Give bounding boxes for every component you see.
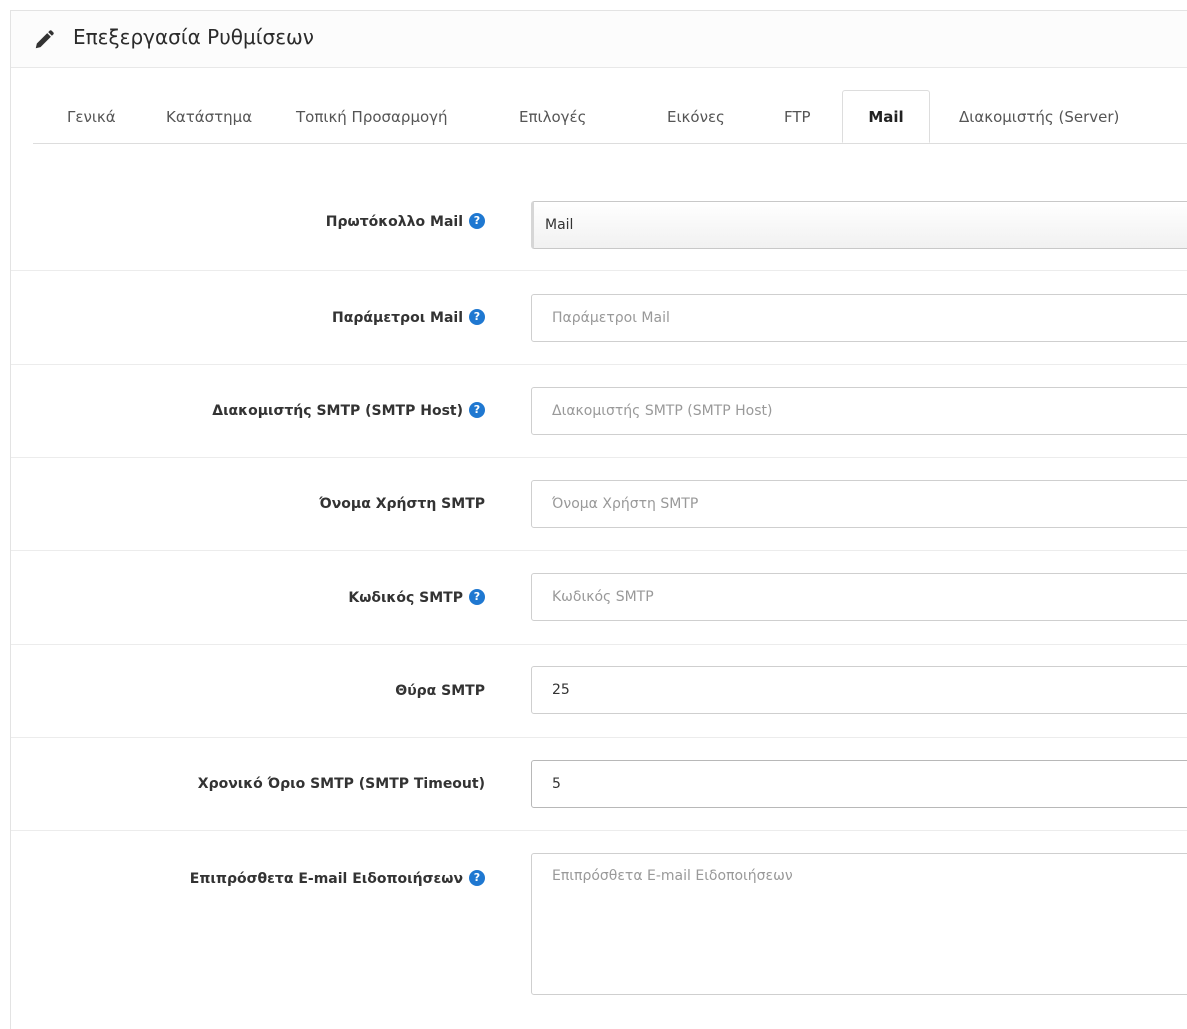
mail-parameters-input[interactable] — [531, 294, 1187, 342]
form-row-smtp-timeout: Χρονικό Όριο SMTP (SMTP Timeout) — [11, 738, 1187, 831]
tab-ftp[interactable]: FTP — [784, 91, 811, 143]
smtp-timeout-label: Χρονικό Όριο SMTP (SMTP Timeout) — [197, 776, 485, 792]
mail-alert-email-textarea[interactable] — [531, 853, 1187, 995]
tab-general[interactable]: Γενικά — [67, 91, 116, 143]
panel-title: Επεξεργασία Ρυθμίσεων — [73, 25, 314, 49]
form-row-mail-alert-email: Επιπρόσθετα E-mail Ειδοποιήσεων? — [11, 831, 1187, 1029]
mail-parameters-label-text: Παράμετροι Mail — [332, 310, 463, 326]
mail-alert-email-label: Επιπρόσθετα E-mail Ειδοποιήσεων? — [189, 869, 485, 887]
smtp-host-input[interactable] — [531, 387, 1187, 435]
tab-option[interactable]: Επιλογές — [519, 91, 586, 143]
tab-server[interactable]: Διακομιστής (Server) — [959, 91, 1119, 143]
mail-alert-email-label-text: Επιπρόσθετα E-mail Ειδοποιήσεων — [189, 871, 463, 887]
smtp-username-label: Όνομα Χρήστη SMTP — [319, 496, 485, 512]
form-row-smtp-host: Διακομιστής SMTP (SMTP Host)? — [11, 365, 1187, 458]
pencil-icon — [35, 30, 54, 49]
help-icon[interactable]: ? — [469, 212, 485, 229]
tab-image[interactable]: Εικόνες — [667, 91, 725, 143]
smtp-host-label: Διακομιστής SMTP (SMTP Host)? — [212, 401, 485, 419]
mail-protocol-label: Πρωτόκολλο Mail? — [325, 212, 485, 230]
mail-parameters-label: Παράμετροι Mail? — [332, 308, 485, 326]
mail-protocol-label-text: Πρωτόκολλο Mail — [325, 214, 463, 230]
settings-tabs: Γενικά Κατάστημα Τοπική Προσαρμογή Επιλο… — [33, 90, 1187, 144]
tab-mail[interactable]: Mail — [842, 90, 930, 143]
help-icon[interactable]: ? — [469, 588, 485, 605]
form-row-mail-parameters: Παράμετροι Mail? — [11, 271, 1187, 365]
mail-protocol-select[interactable]: Mail — [531, 201, 1187, 249]
smtp-username-input[interactable] — [531, 480, 1187, 528]
settings-panel: Επεξεργασία Ρυθμίσεων Γενικά Κατάστημα Τ… — [10, 10, 1187, 1029]
form-row-smtp-port: Θύρα SMTP — [11, 645, 1187, 738]
smtp-port-label: Θύρα SMTP — [395, 683, 485, 699]
tab-store[interactable]: Κατάστημα — [166, 91, 252, 143]
smtp-password-input[interactable] — [531, 573, 1187, 621]
smtp-password-label: Κωδικός SMTP? — [348, 588, 485, 606]
tab-local[interactable]: Τοπική Προσαρμογή — [296, 91, 448, 143]
help-icon[interactable]: ? — [469, 308, 485, 325]
smtp-port-input[interactable] — [531, 666, 1187, 714]
panel-heading: Επεξεργασία Ρυθμίσεων — [11, 11, 1187, 68]
form-row-smtp-password: Κωδικός SMTP? — [11, 551, 1187, 645]
help-icon[interactable]: ? — [469, 401, 485, 418]
form-row-mail-protocol: Πρωτόκολλο Mail? Mail — [11, 177, 1187, 271]
smtp-timeout-input[interactable] — [531, 760, 1187, 808]
help-icon[interactable]: ? — [469, 869, 485, 886]
smtp-host-label-text: Διακομιστής SMTP (SMTP Host) — [212, 403, 463, 419]
smtp-password-label-text: Κωδικός SMTP — [348, 590, 463, 606]
form-row-smtp-username: Όνομα Χρήστη SMTP — [11, 458, 1187, 551]
